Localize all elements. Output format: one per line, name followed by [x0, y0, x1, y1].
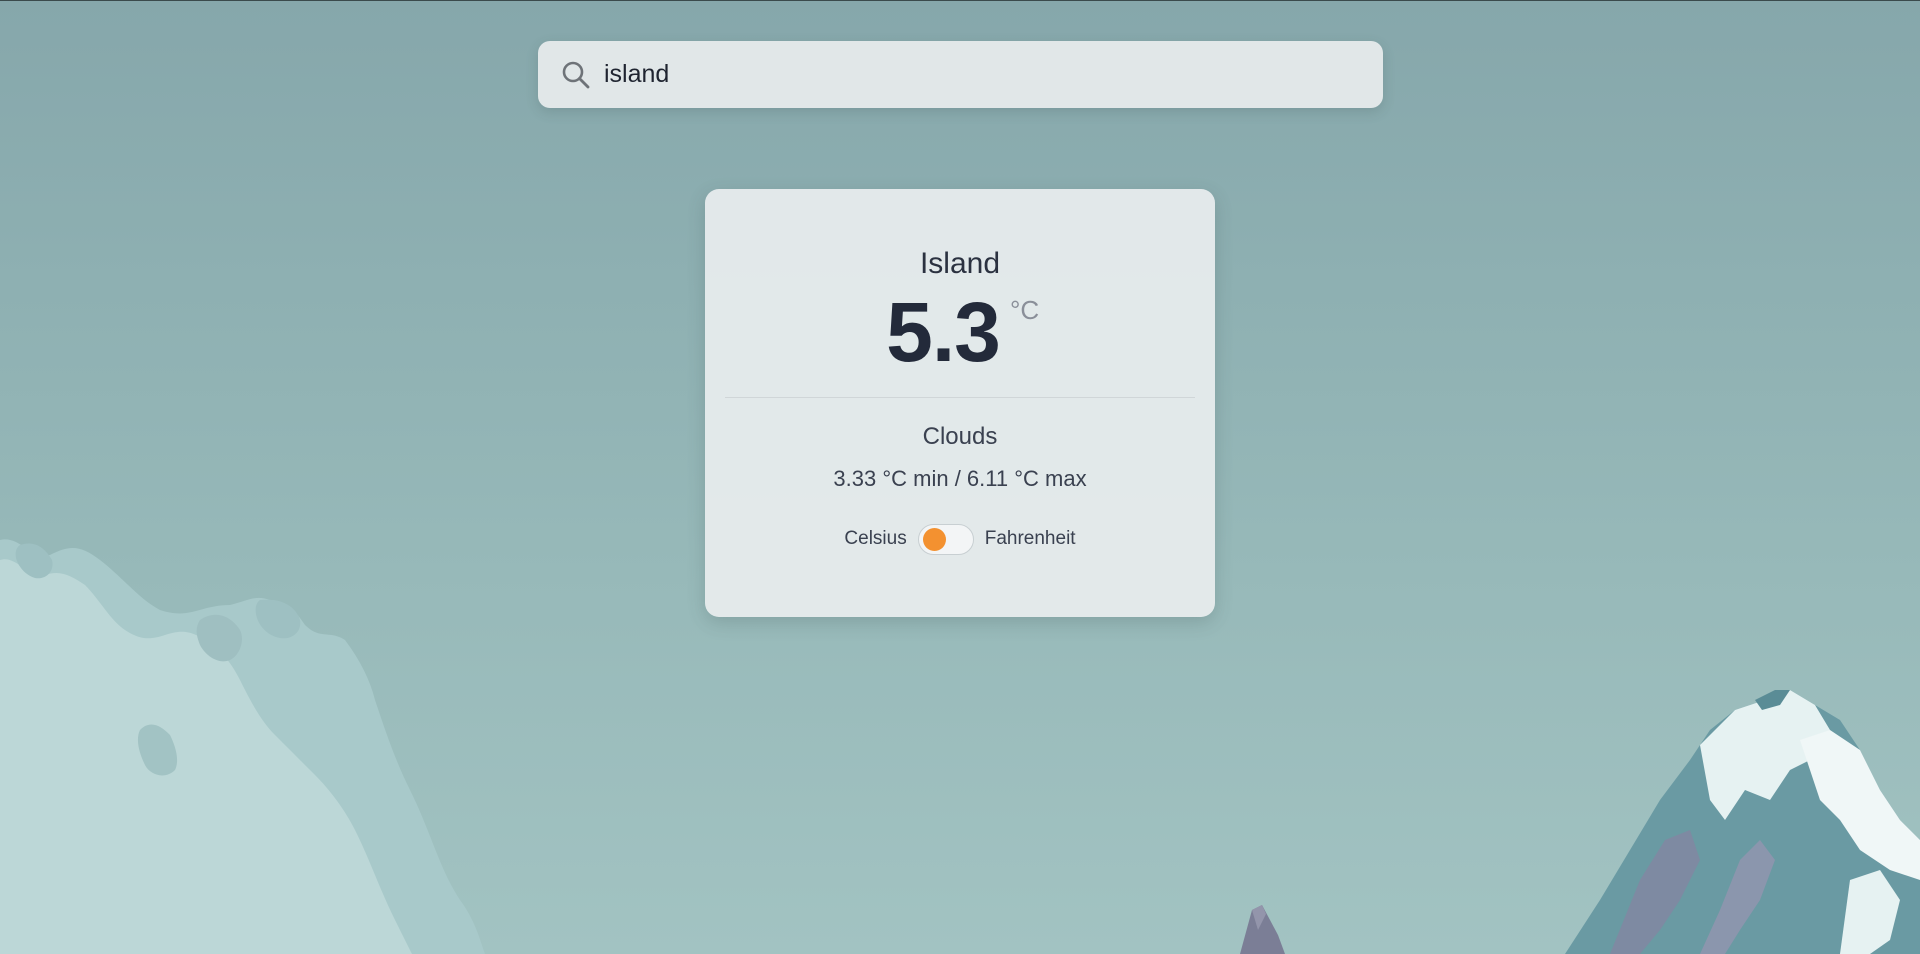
- small-peak-illustration: [1240, 905, 1285, 954]
- search-input[interactable]: [604, 54, 1364, 95]
- celsius-label: Celsius: [844, 528, 907, 549]
- unit-toggle-row: Celsius Fahrenheit: [705, 522, 1215, 556]
- search-icon[interactable]: [560, 59, 592, 91]
- fahrenheit-label: Fahrenheit: [984, 528, 1076, 549]
- clouds-illustration: [0, 539, 485, 954]
- city-name: Island: [919, 247, 1001, 280]
- unit-toggle-switch[interactable]: [917, 523, 974, 555]
- search-bar[interactable]: [538, 41, 1383, 108]
- weather-card: Island 5.3 °C Clouds 3.33 °C min / 6.11 …: [705, 189, 1215, 617]
- temperature-unit: °C: [1010, 295, 1040, 325]
- mountain-illustration: [1565, 690, 1920, 954]
- divider: [725, 397, 1195, 398]
- toggle-knob: [922, 527, 946, 551]
- temperature-row: 5.3 °C: [705, 287, 1215, 377]
- weather-condition: Clouds: [922, 423, 998, 450]
- min-max-temperature: 3.33 °C min / 6.11 °C max: [833, 466, 1087, 491]
- temperature-value: 5.3: [886, 285, 1001, 379]
